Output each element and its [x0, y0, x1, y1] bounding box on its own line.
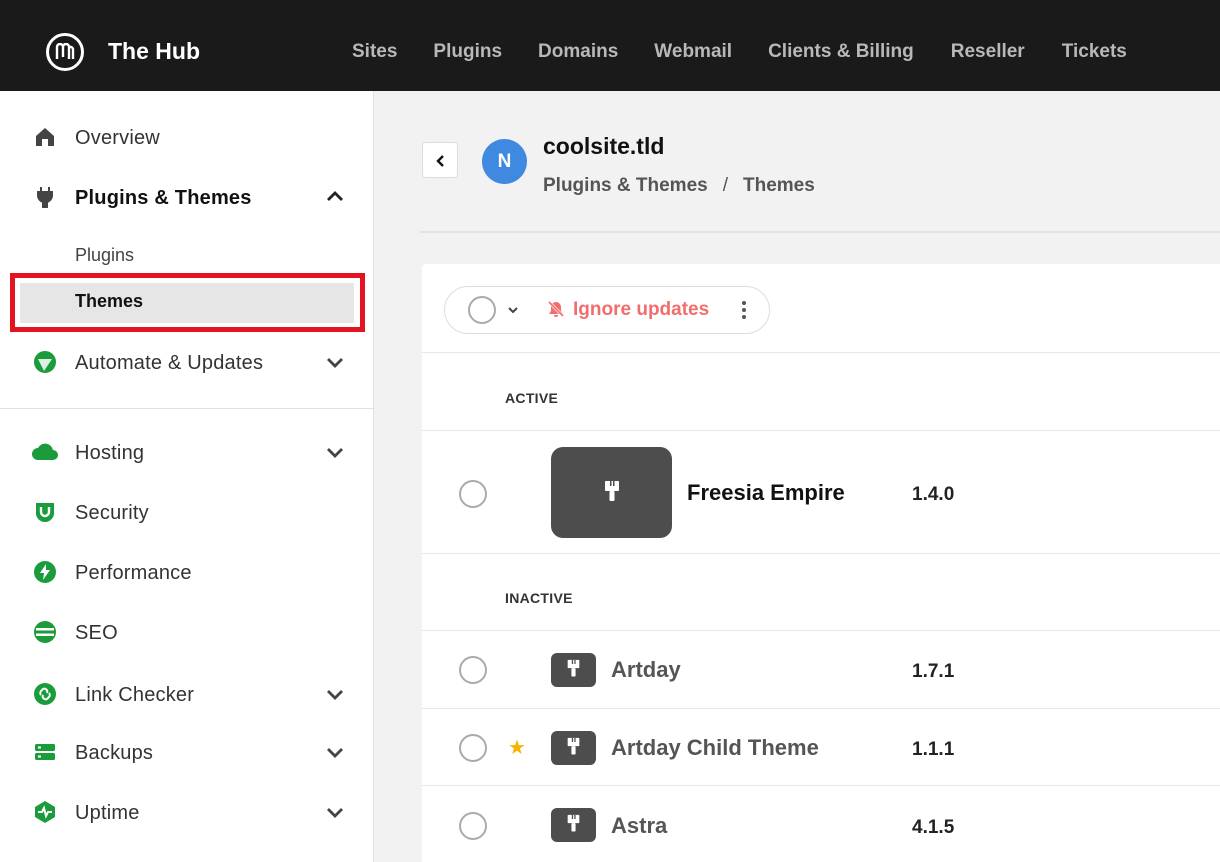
sidebar-item-label: Backups — [75, 742, 154, 764]
app-title[interactable]: The Hub — [108, 38, 200, 65]
divider — [422, 553, 1220, 554]
breadcrumb-separator: / — [722, 175, 728, 196]
paintbrush-icon — [567, 659, 580, 677]
nav-domains[interactable]: Domains — [538, 41, 618, 63]
sidebar-item-security[interactable]: Security — [0, 489, 374, 535]
theme-version: 4.1.5 — [912, 817, 955, 838]
bell-off-icon — [547, 300, 565, 318]
back-button[interactable] — [422, 142, 458, 178]
section-label-inactive: INACTIVE — [505, 590, 573, 606]
uptime-icon — [35, 801, 55, 823]
divider — [422, 430, 1220, 431]
seo-icon — [34, 621, 56, 643]
cloud-icon — [32, 443, 58, 460]
nav-clients-billing[interactable]: Clients & Billing — [768, 41, 914, 63]
sidebar-item-label: Performance — [75, 562, 192, 584]
nav-tickets[interactable]: Tickets — [1062, 41, 1127, 63]
top-bar: The Hub Sites Plugins Domains Webmail Cl… — [0, 0, 1220, 91]
bolt-icon — [34, 561, 56, 583]
backup-icon — [35, 744, 55, 760]
theme-version: 1.1.1 — [912, 739, 955, 760]
sidebar-item-link-checker[interactable]: Link Checker — [0, 671, 374, 717]
theme-name[interactable]: Artday — [611, 657, 681, 683]
paintbrush-icon — [567, 737, 580, 755]
sidebar-item-overview[interactable]: Overview — [0, 114, 374, 160]
sidebar-item-seo[interactable]: SEO — [0, 609, 374, 655]
header-divider — [420, 231, 1220, 233]
sidebar-item-label: Automate & Updates — [75, 352, 264, 374]
top-nav: Sites Plugins Domains Webmail Clients & … — [352, 41, 1127, 63]
theme-name[interactable]: Freesia Empire — [687, 480, 845, 506]
sidebar-subitem-plugins[interactable]: Plugins — [75, 245, 134, 266]
sidebar-item-plugins-themes[interactable]: Plugins & Themes — [0, 174, 374, 220]
themes-panel: Ignore updates ACTIVE Freesia Empire 1.4… — [422, 264, 1220, 862]
bulk-actions-toolbar: Ignore updates — [444, 286, 770, 334]
theme-name[interactable]: Artday Child Theme — [611, 735, 819, 761]
page-title: coolsite.tld — [543, 133, 665, 159]
site-avatar: N — [482, 139, 527, 184]
theme-thumbnail[interactable] — [551, 447, 672, 538]
divider — [422, 630, 1220, 631]
nav-reseller[interactable]: Reseller — [951, 41, 1025, 63]
link-icon — [34, 683, 56, 705]
paintbrush-icon — [567, 814, 580, 832]
chevron-down-icon[interactable] — [325, 442, 345, 462]
row-checkbox[interactable] — [459, 656, 487, 684]
sidebar-item-label: Uptime — [75, 802, 140, 824]
theme-version: 1.4.0 — [912, 484, 955, 505]
chevron-down-icon[interactable] — [325, 742, 345, 762]
divider — [422, 785, 1220, 786]
sidebar-divider — [0, 408, 374, 409]
row-checkbox[interactable] — [459, 480, 487, 508]
ignore-updates-label: Ignore updates — [573, 299, 710, 320]
chevron-down-icon[interactable] — [325, 684, 345, 704]
plug-icon — [37, 187, 53, 208]
theme-thumbnail[interactable] — [551, 653, 596, 687]
theme-thumbnail[interactable] — [551, 808, 596, 842]
breadcrumb-themes: Themes — [742, 175, 815, 196]
sidebar: Overview Plugins & Themes Plugins Themes… — [0, 91, 374, 862]
sidebar-item-label: Overview — [75, 127, 160, 149]
row-checkbox[interactable] — [459, 734, 487, 762]
sidebar-item-label: SEO — [75, 622, 118, 644]
star-icon: ★ — [508, 737, 526, 759]
chevron-down-icon[interactable] — [325, 802, 345, 822]
divider — [422, 352, 1220, 353]
nav-sites[interactable]: Sites — [352, 41, 397, 63]
chevron-down-icon[interactable] — [325, 352, 345, 372]
highlight-box — [10, 273, 365, 332]
ignore-updates-button[interactable]: Ignore updates — [547, 299, 709, 321]
breadcrumb: Plugins & Themes / Themes — [543, 175, 815, 197]
divider — [422, 708, 1220, 709]
sidebar-item-label: Plugins & Themes — [75, 187, 252, 209]
automate-icon — [34, 351, 56, 373]
sidebar-item-performance[interactable]: Performance — [0, 549, 374, 595]
nav-plugins[interactable]: Plugins — [433, 41, 502, 63]
home-icon — [36, 128, 54, 146]
sidebar-item-automate-updates[interactable]: Automate & Updates — [0, 339, 374, 385]
sidebar-item-label: Security — [75, 502, 149, 524]
section-label-active: ACTIVE — [505, 390, 559, 406]
theme-version: 1.7.1 — [912, 661, 955, 682]
sidebar-item-backups[interactable]: Backups — [0, 729, 374, 775]
theme-name[interactable]: Astra — [611, 813, 667, 839]
breadcrumb-plugins-themes[interactable]: Plugins & Themes — [543, 175, 708, 196]
more-options-icon[interactable] — [741, 301, 747, 321]
shield-icon — [35, 503, 55, 523]
nav-webmail[interactable]: Webmail — [654, 41, 732, 63]
chevron-left-icon — [436, 155, 444, 167]
chevron-up-icon[interactable] — [325, 187, 345, 207]
chevron-down-icon[interactable] — [507, 304, 519, 316]
paintbrush-icon — [605, 481, 619, 501]
select-all-checkbox[interactable] — [468, 296, 496, 324]
hub-logo-icon[interactable] — [46, 33, 84, 71]
sidebar-item-label: Hosting — [75, 442, 145, 464]
sidebar-item-uptime[interactable]: Uptime — [0, 789, 374, 835]
sidebar-item-hosting[interactable]: Hosting — [0, 429, 374, 475]
theme-thumbnail[interactable] — [551, 731, 596, 765]
sidebar-item-label: Link Checker — [75, 684, 195, 706]
row-checkbox[interactable] — [459, 812, 487, 840]
